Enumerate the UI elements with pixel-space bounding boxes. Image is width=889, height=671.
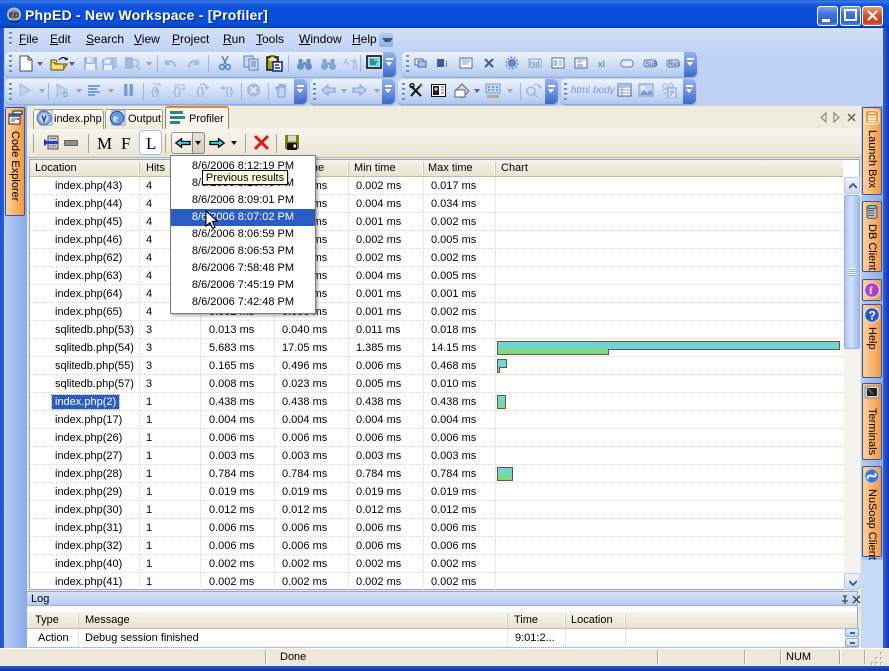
svg-text:PHP: PHP bbox=[10, 19, 19, 23]
svg-text:{}: {} bbox=[173, 86, 182, 97]
svg-text:D: D bbox=[63, 92, 68, 97]
svg-text:A: A bbox=[343, 57, 349, 67]
svg-text:Res: Res bbox=[668, 61, 680, 68]
svg-text:{}: {} bbox=[225, 86, 234, 97]
svg-text:hid: hid bbox=[530, 61, 539, 68]
svg-text:I: I bbox=[445, 59, 448, 69]
svg-text:{}: {} bbox=[196, 86, 205, 97]
svg-text:B: B bbox=[352, 61, 358, 70]
svg-text:e: e bbox=[113, 113, 118, 125]
svg-text:f: f bbox=[869, 285, 873, 297]
svg-text:?: ? bbox=[869, 309, 876, 323]
svg-text:SuB: SuB bbox=[645, 61, 657, 68]
svg-text:xI: xI bbox=[598, 59, 605, 69]
